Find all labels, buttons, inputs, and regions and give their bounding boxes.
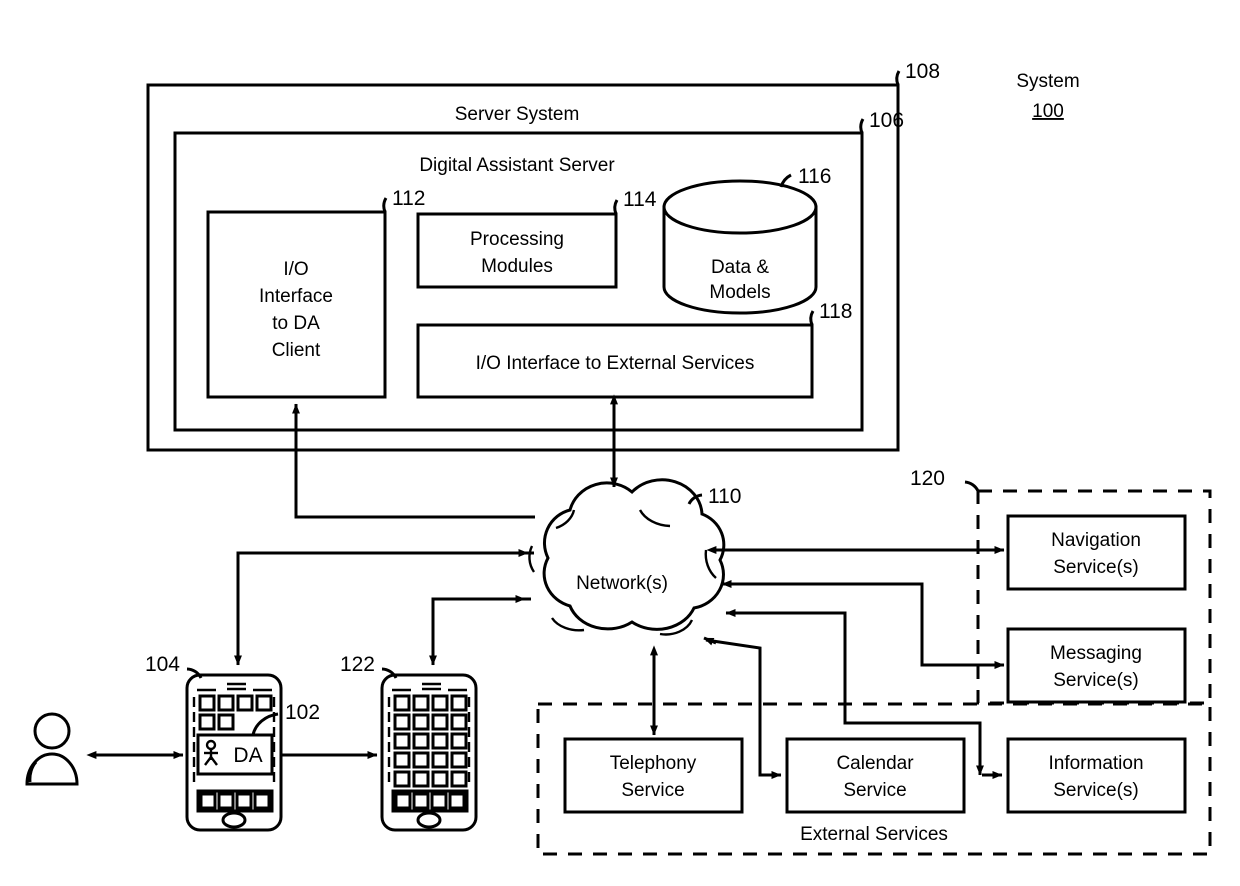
ref-108: 108 bbox=[905, 60, 940, 83]
da-widget-label: DA bbox=[233, 744, 262, 767]
io-interface-da-client-line-2: Interface bbox=[259, 286, 333, 307]
connector-device-104-to-network bbox=[234, 549, 534, 666]
user-figure bbox=[25, 712, 79, 786]
ref-118: 118 bbox=[819, 300, 852, 323]
external-services-bottom-title: External Services bbox=[800, 824, 948, 845]
telephony-service-box bbox=[563, 737, 744, 814]
ref-110: 110 bbox=[708, 485, 741, 508]
io-interface-da-client-line-4: Client bbox=[272, 340, 321, 361]
calendar-service-line-1: Calendar bbox=[836, 753, 914, 774]
ref-106: 106 bbox=[869, 109, 904, 132]
network-label: Network(s) bbox=[576, 573, 668, 594]
server-system-title: Server System bbox=[455, 104, 580, 125]
processing-modules-line-1: Processing bbox=[470, 229, 564, 250]
io-interface-external-services-label: I/O Interface to External Services bbox=[476, 353, 755, 374]
ref-120: 120 bbox=[910, 467, 945, 490]
calendar-service-line-2: Service bbox=[843, 780, 906, 801]
telephony-service-line-2: Service bbox=[621, 780, 684, 801]
ref-116: 116 bbox=[798, 165, 831, 188]
processing-modules-line-2: Modules bbox=[481, 256, 553, 277]
navigation-service-line-1: Navigation bbox=[1051, 530, 1141, 551]
navigation-service-line-2: Service(s) bbox=[1053, 557, 1139, 578]
navigation-service-box bbox=[1006, 514, 1187, 591]
ref-102: 102 bbox=[285, 701, 320, 724]
telephony-service-line-1: Telephony bbox=[610, 753, 697, 774]
calendar-service-box bbox=[785, 737, 966, 814]
data-and-models-line-1: Data & bbox=[711, 257, 769, 278]
messaging-service-box bbox=[1006, 627, 1187, 704]
io-interface-da-client-line-3: to DA bbox=[272, 313, 320, 334]
messaging-service-line-1: Messaging bbox=[1050, 643, 1142, 664]
messaging-service-line-2: Service(s) bbox=[1053, 670, 1139, 691]
system-label-line2: 100 bbox=[1032, 101, 1064, 122]
io-interface-da-client-line-1: I/O bbox=[283, 259, 308, 280]
information-service-line-1: Information bbox=[1048, 753, 1143, 774]
digital-assistant-server-title: Digital Assistant Server bbox=[419, 155, 615, 176]
ref-104: 104 bbox=[145, 653, 180, 676]
connector-device-122-to-network bbox=[429, 595, 531, 666]
patent-figure-system-100: System 100 Server System Digital Assista… bbox=[0, 0, 1240, 886]
ref-112: 112 bbox=[392, 187, 425, 210]
ref-114: 114 bbox=[623, 188, 657, 211]
information-service-line-2: Service(s) bbox=[1053, 780, 1139, 801]
device-122-phone bbox=[380, 673, 478, 832]
ref-122: 122 bbox=[340, 653, 375, 676]
connector-network-to-messaging-service bbox=[721, 580, 1005, 669]
information-service-box bbox=[1006, 737, 1187, 814]
network-cloud bbox=[528, 478, 726, 636]
data-and-models-line-2: Models bbox=[709, 282, 770, 303]
system-label-line1: System bbox=[1016, 71, 1079, 92]
